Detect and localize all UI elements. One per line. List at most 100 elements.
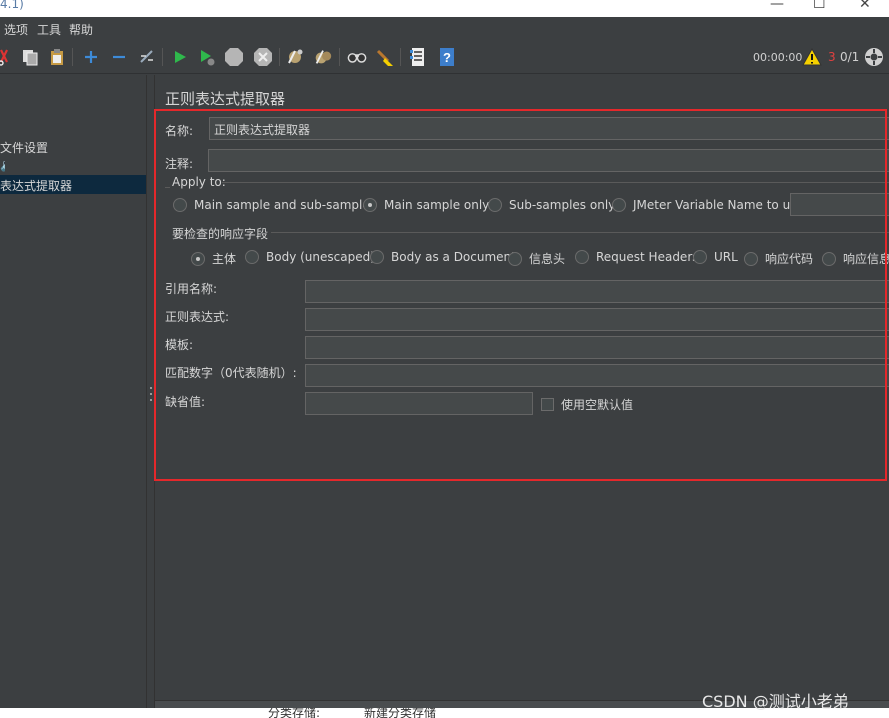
- cut-icon[interactable]: [0, 47, 14, 67]
- window-title: 4.1): [0, 0, 24, 11]
- regex-label: 正则表达式:: [165, 310, 230, 324]
- radio-label: Main sample and sub-samples: [194, 198, 376, 212]
- use-empty-default-checkbox[interactable]: 使用空默认值: [541, 396, 633, 413]
- bottom-strip-text: 分类存储:: [268, 708, 321, 718]
- start-icon[interactable]: [170, 47, 190, 67]
- name-field[interactable]: 正则表达式提取器: [209, 117, 889, 140]
- close-button[interactable]: ✕: [859, 0, 871, 12]
- radio-indicator: [508, 251, 522, 266]
- radio-label: Main sample only: [384, 198, 490, 212]
- radio-body-as-document[interactable]: Body as a Document: [370, 250, 516, 264]
- radio-request-headers[interactable]: Request Headers: [575, 250, 699, 264]
- function-helper-icon[interactable]: [408, 47, 428, 67]
- radio-body[interactable]: 主体: [191, 250, 236, 267]
- radio-indicator: [693, 250, 707, 264]
- radio-headers[interactable]: 信息头: [508, 250, 565, 267]
- reset-search-icon[interactable]: [375, 47, 395, 67]
- radio-label: 主体: [212, 252, 237, 266]
- radio-label: Sub-samples only: [509, 198, 616, 212]
- tree-item-listener[interactable]: 🔊: [0, 156, 146, 175]
- radio-indicator: [822, 251, 836, 266]
- toolbar-separator: [279, 48, 280, 66]
- radio-body-unescaped[interactable]: Body (unescaped): [245, 250, 375, 264]
- bottom-strip-text: 新建分类存储: [364, 708, 437, 718]
- tree-item-file-settings[interactable]: 文件设置: [0, 137, 146, 156]
- radio-label: JMeter Variable Name to use: [633, 198, 804, 212]
- radio-label: 信息头: [529, 252, 566, 266]
- regex-field[interactable]: [305, 308, 889, 331]
- name-label: 名称:: [165, 124, 194, 138]
- regex-extractor-panel: 正则表达式提取器 名称: 正则表达式提取器 注释: Apply to: Main…: [155, 75, 889, 708]
- watermark: CSDN @测试小老弟: [702, 692, 849, 711]
- menu-help[interactable]: 帮助: [69, 21, 93, 38]
- radio-jmeter-variable[interactable]: JMeter Variable Name to use: [612, 198, 804, 212]
- comment-label: 注释:: [165, 157, 194, 171]
- radio-indicator: [575, 250, 589, 264]
- minimize-button[interactable]: —: [770, 0, 784, 12]
- radio-label: Request Headers: [596, 250, 699, 264]
- radio-main-and-sub-samples[interactable]: Main sample and sub-samples: [173, 198, 376, 212]
- radio-indicator: [744, 251, 758, 266]
- copy-icon[interactable]: [20, 47, 40, 67]
- start-no-pause-icon[interactable]: [197, 47, 217, 67]
- radio-label: Body as a Document: [391, 250, 516, 264]
- panel-title: 正则表达式提取器: [165, 90, 286, 108]
- search-icon[interactable]: [347, 47, 367, 67]
- radio-label: 响应代码: [765, 252, 814, 266]
- remove-icon[interactable]: [109, 47, 129, 67]
- match-number-label: 匹配数字（0代表随机）:: [165, 366, 297, 380]
- template-field[interactable]: [305, 336, 889, 359]
- checkbox-indicator: [541, 398, 554, 411]
- reference-name-field[interactable]: [305, 280, 889, 303]
- menu-options[interactable]: 选项: [4, 21, 28, 38]
- radio-indicator: [363, 198, 377, 212]
- shutdown-icon[interactable]: [253, 47, 273, 67]
- match-number-field[interactable]: [305, 364, 889, 387]
- remote-status-icon[interactable]: [864, 47, 884, 67]
- elapsed-timer: 00:00:00: [753, 51, 803, 64]
- warning-icon[interactable]: [802, 47, 822, 67]
- add-icon[interactable]: [81, 47, 101, 67]
- comment-field[interactable]: [208, 149, 889, 172]
- jmeter-variable-field[interactable]: [790, 193, 889, 216]
- radio-label: Body (unescaped): [266, 250, 375, 264]
- split-pane-divider[interactable]: [146, 75, 155, 708]
- template-label: 模板:: [165, 338, 194, 352]
- menu-bar: 选项 工具 帮助: [0, 17, 889, 40]
- tree-item-label: 🔊: [0, 158, 5, 172]
- checkbox-label: 使用空默认值: [561, 398, 634, 412]
- toolbar: ? 00:00:00 3 0/1: [0, 40, 889, 74]
- default-value-label: 缺省值:: [165, 395, 206, 409]
- divider-grip-icon: [150, 387, 152, 401]
- stop-icon[interactable]: [224, 47, 244, 67]
- maximize-button[interactable]: ☐: [813, 0, 826, 12]
- radio-main-sample-only[interactable]: Main sample only: [363, 198, 489, 212]
- radio-indicator: [245, 250, 259, 264]
- radio-indicator: [173, 198, 187, 212]
- apply-to-border: [222, 182, 889, 183]
- toolbar-separator: [400, 48, 401, 66]
- window-titlebar: 4.1) — ☐ ✕: [0, 0, 889, 17]
- radio-indicator: [191, 251, 205, 266]
- apply-to-legend: Apply to:: [172, 175, 226, 189]
- radio-response-message[interactable]: 响应信息: [822, 250, 889, 267]
- tree-item-label: 表达式提取器: [0, 179, 73, 193]
- radio-label: 响应信息: [843, 252, 889, 266]
- menu-tools[interactable]: 工具: [37, 21, 61, 38]
- toggle-icon[interactable]: [137, 47, 157, 67]
- radio-response-code[interactable]: 响应代码: [744, 250, 813, 267]
- apply-to-border: [165, 187, 170, 188]
- radio-indicator: [370, 250, 384, 264]
- radio-url[interactable]: URL: [693, 250, 738, 264]
- clear-all-icon[interactable]: [313, 47, 333, 67]
- tree-item-regex-extractor[interactable]: 表达式提取器: [0, 175, 146, 194]
- response-field-legend: 要检查的响应字段: [172, 227, 269, 241]
- active-threads: 0/1: [840, 50, 860, 64]
- paste-icon[interactable]: [47, 47, 67, 67]
- default-value-field[interactable]: [305, 392, 533, 415]
- help-icon[interactable]: ?: [437, 47, 457, 67]
- toolbar-separator: [339, 48, 340, 66]
- clear-icon[interactable]: [285, 47, 305, 67]
- radio-sub-samples-only[interactable]: Sub-samples only: [488, 198, 615, 212]
- tree-item-label: 文件设置: [0, 141, 49, 155]
